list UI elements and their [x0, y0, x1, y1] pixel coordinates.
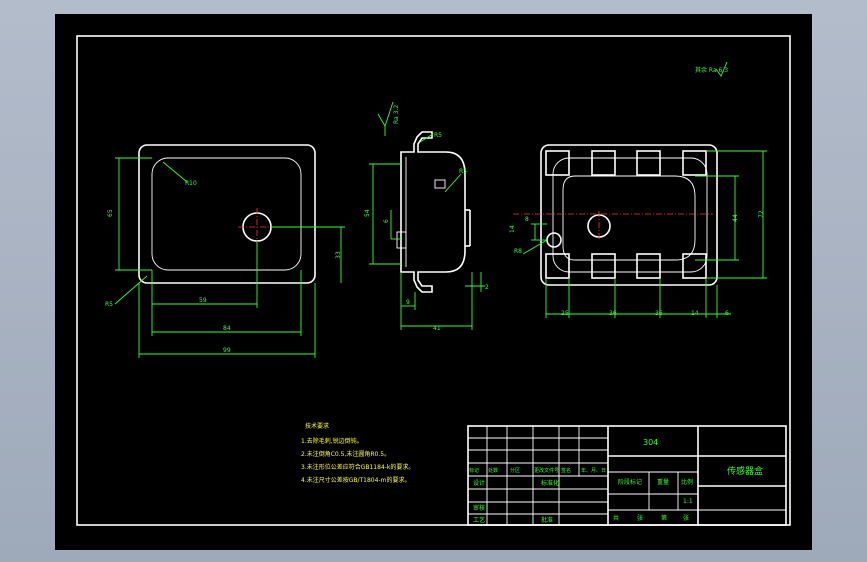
svg-text:更改文件号: 更改文件号	[534, 467, 559, 474]
svg-text:处数: 处数	[488, 467, 498, 474]
svg-text:14: 14	[691, 310, 699, 317]
svg-text:99: 99	[223, 347, 231, 354]
svg-text:批准: 批准	[541, 516, 553, 524]
front-outer-outline	[138, 144, 316, 284]
svg-text:R5: R5	[105, 301, 113, 308]
svg-text:R5: R5	[434, 132, 442, 139]
svg-text:36: 36	[655, 310, 663, 317]
svg-text:59: 59	[199, 297, 207, 304]
svg-text:R10: R10	[185, 180, 197, 187]
svg-text:4.未注尺寸公差按GB/T1804-m的要求。: 4.未注尺寸公差按GB/T1804-m的要求。	[301, 476, 410, 484]
rear-outer-outline	[540, 144, 718, 286]
svg-text:41: 41	[433, 325, 441, 332]
svg-text:其余 Ra 6.3: 其余 Ra 6.3	[695, 66, 728, 74]
cad-viewport[interactable]: 其余 Ra 6.3 R10 65 33 59 84 99 R5 Ra 3.2 R…	[55, 14, 812, 550]
svg-text:1:1: 1:1	[683, 498, 693, 505]
svg-text:6: 6	[725, 310, 729, 317]
svg-text:3.未注形位公差应符合GB1184-k的要求。: 3.未注形位公差应符合GB1184-k的要求。	[301, 463, 414, 471]
svg-text:304: 304	[643, 438, 658, 447]
svg-text:共: 共	[613, 514, 619, 522]
svg-text:2: 2	[485, 284, 489, 291]
svg-text:张: 张	[683, 514, 689, 522]
svg-text:第: 第	[661, 514, 667, 522]
svg-text:1.去除毛刺,锐边倒钝。: 1.去除毛刺,锐边倒钝。	[301, 437, 363, 445]
svg-text:年、月、日: 年、月、日	[581, 467, 606, 474]
drawing-canvas: 其余 Ra 6.3 R10 65 33 59 84 99 R5 Ra 3.2 R…	[76, 35, 791, 526]
svg-text:36: 36	[609, 310, 617, 317]
svg-text:张: 张	[637, 514, 643, 522]
svg-text:65: 65	[107, 209, 114, 217]
svg-text:分区: 分区	[510, 467, 520, 474]
svg-text:33: 33	[335, 251, 342, 259]
svg-text:72: 72	[758, 210, 765, 218]
svg-text:Ra 3.2: Ra 3.2	[393, 105, 400, 124]
svg-text:重量: 重量	[657, 478, 669, 486]
svg-text:标准化: 标准化	[541, 479, 559, 487]
front-view: R10 65 33 59 84 99 R5	[105, 144, 345, 358]
front-inner-outline	[151, 157, 302, 271]
svg-text:标记: 标记	[469, 467, 479, 474]
svg-text:25: 25	[561, 310, 569, 317]
svg-text:R5: R5	[459, 168, 467, 175]
technical-requirements: 技术要求 1.去除毛刺,锐边倒钝。 2.未注倒角C0.5,未注圆角R0.5。 3…	[301, 422, 414, 484]
svg-text:比例: 比例	[681, 478, 693, 486]
svg-text:R8: R8	[514, 248, 522, 255]
svg-text:84: 84	[223, 325, 231, 332]
svg-text:14: 14	[509, 225, 516, 233]
svg-text:9: 9	[406, 299, 410, 306]
svg-text:6: 6	[383, 219, 390, 223]
svg-text:设计: 设计	[473, 479, 485, 487]
side-section-view: Ra 3.2 R5 R5 54 6 2 9 41	[364, 101, 489, 332]
svg-text:54: 54	[364, 209, 371, 217]
svg-text:审核: 审核	[473, 504, 485, 512]
svg-text:阶段标记: 阶段标记	[618, 478, 642, 486]
svg-text:2.未注倒角C0.5,未注圆角R0.5。: 2.未注倒角C0.5,未注圆角R0.5。	[301, 450, 390, 458]
svg-text:工艺: 工艺	[473, 516, 485, 524]
rear-view: 8 14 R8 44 72 25 36 36 14 6	[509, 144, 767, 318]
svg-text:技术要求: 技术要求	[305, 422, 329, 430]
drawing-frame	[76, 35, 791, 526]
title-block: 304 传感器盒 标记 处数 分区 更改文件号 签名 年、月、日 设计 标准化 …	[467, 425, 787, 526]
side-body-outline	[400, 131, 466, 293]
svg-text:传感器盒: 传感器盒	[727, 465, 763, 477]
svg-text:8: 8	[525, 216, 529, 223]
svg-text:44: 44	[732, 214, 739, 222]
svg-text:签名: 签名	[561, 467, 571, 474]
general-roughness-note: 其余 Ra 6.3	[695, 61, 728, 77]
